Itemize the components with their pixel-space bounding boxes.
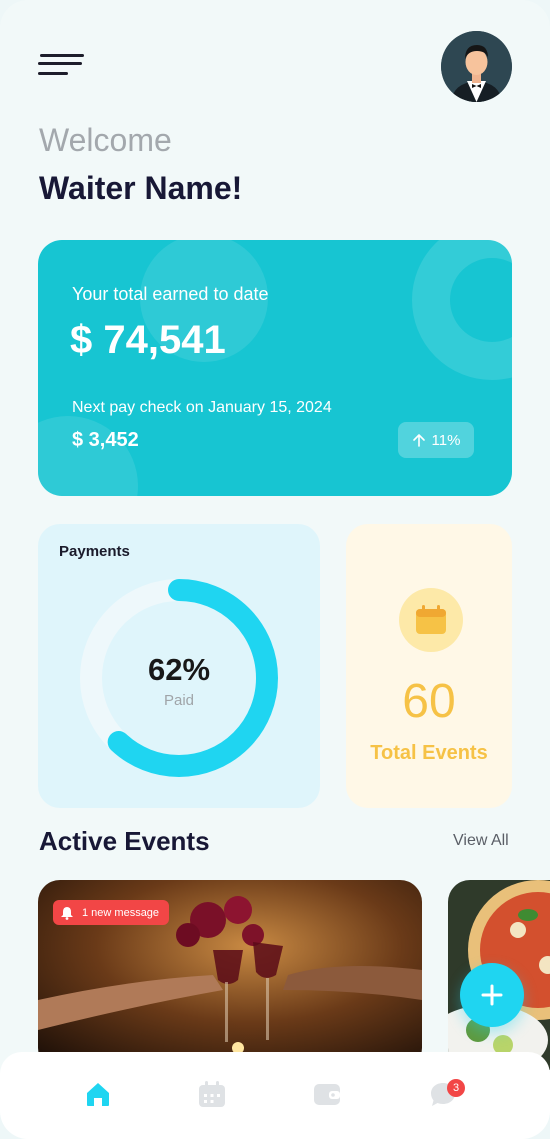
welcome-text: Welcome bbox=[39, 122, 172, 158]
decorative-circle bbox=[38, 416, 138, 496]
calendar-icon-wrap bbox=[399, 588, 463, 652]
menu-line bbox=[38, 72, 68, 75]
active-events-title: Active Events bbox=[39, 826, 210, 856]
payments-percent: 62% bbox=[147, 652, 211, 687]
new-message-badge[interactable]: 1 new message bbox=[53, 900, 170, 925]
calendar-icon[interactable] bbox=[198, 1080, 226, 1108]
calendar-icon bbox=[416, 605, 446, 634]
payments-card[interactable]: Payments 62% Paid bbox=[38, 524, 320, 808]
bell-icon bbox=[61, 906, 73, 920]
total-events-card[interactable]: 60 Total Events bbox=[346, 524, 512, 808]
events-label: Total Events bbox=[370, 742, 488, 764]
chat-badge: 3 bbox=[447, 1079, 465, 1097]
earnings-card[interactable]: Your total earned to date $ 74,541 Next … bbox=[38, 240, 512, 496]
earned-label: Your total earned to date bbox=[72, 284, 269, 304]
avatar[interactable] bbox=[441, 31, 512, 102]
bottom-nav bbox=[0, 1052, 550, 1139]
app-screen: Welcome Waiter Name! Your total earned t… bbox=[0, 0, 550, 1139]
user-name: Waiter Name! bbox=[39, 170, 243, 206]
menu-icon[interactable] bbox=[38, 50, 84, 80]
add-event-button[interactable] bbox=[460, 963, 524, 1027]
events-count: 60 bbox=[402, 675, 456, 728]
wallet-icon[interactable] bbox=[313, 1080, 341, 1108]
decorative-ring bbox=[412, 240, 512, 380]
growth-value: 11% bbox=[431, 431, 461, 449]
payments-title: Payments bbox=[59, 543, 130, 560]
payments-sub: Paid bbox=[163, 692, 195, 709]
growth-badge: 11% bbox=[398, 422, 474, 458]
new-message-text: 1 new message bbox=[82, 906, 160, 919]
view-all-link[interactable]: View All bbox=[453, 832, 509, 850]
menu-line bbox=[38, 62, 82, 65]
earned-total: $ 74,541 bbox=[70, 318, 226, 362]
arrow-up-icon bbox=[412, 434, 425, 447]
menu-line bbox=[40, 54, 84, 57]
next-pay-amount: $ 3,452 bbox=[72, 429, 139, 451]
home-icon[interactable] bbox=[84, 1080, 112, 1108]
next-pay-label: Next pay check on January 15, 2024 bbox=[72, 399, 332, 416]
plus-icon bbox=[481, 984, 503, 1006]
waiter-avatar-icon bbox=[441, 31, 512, 102]
